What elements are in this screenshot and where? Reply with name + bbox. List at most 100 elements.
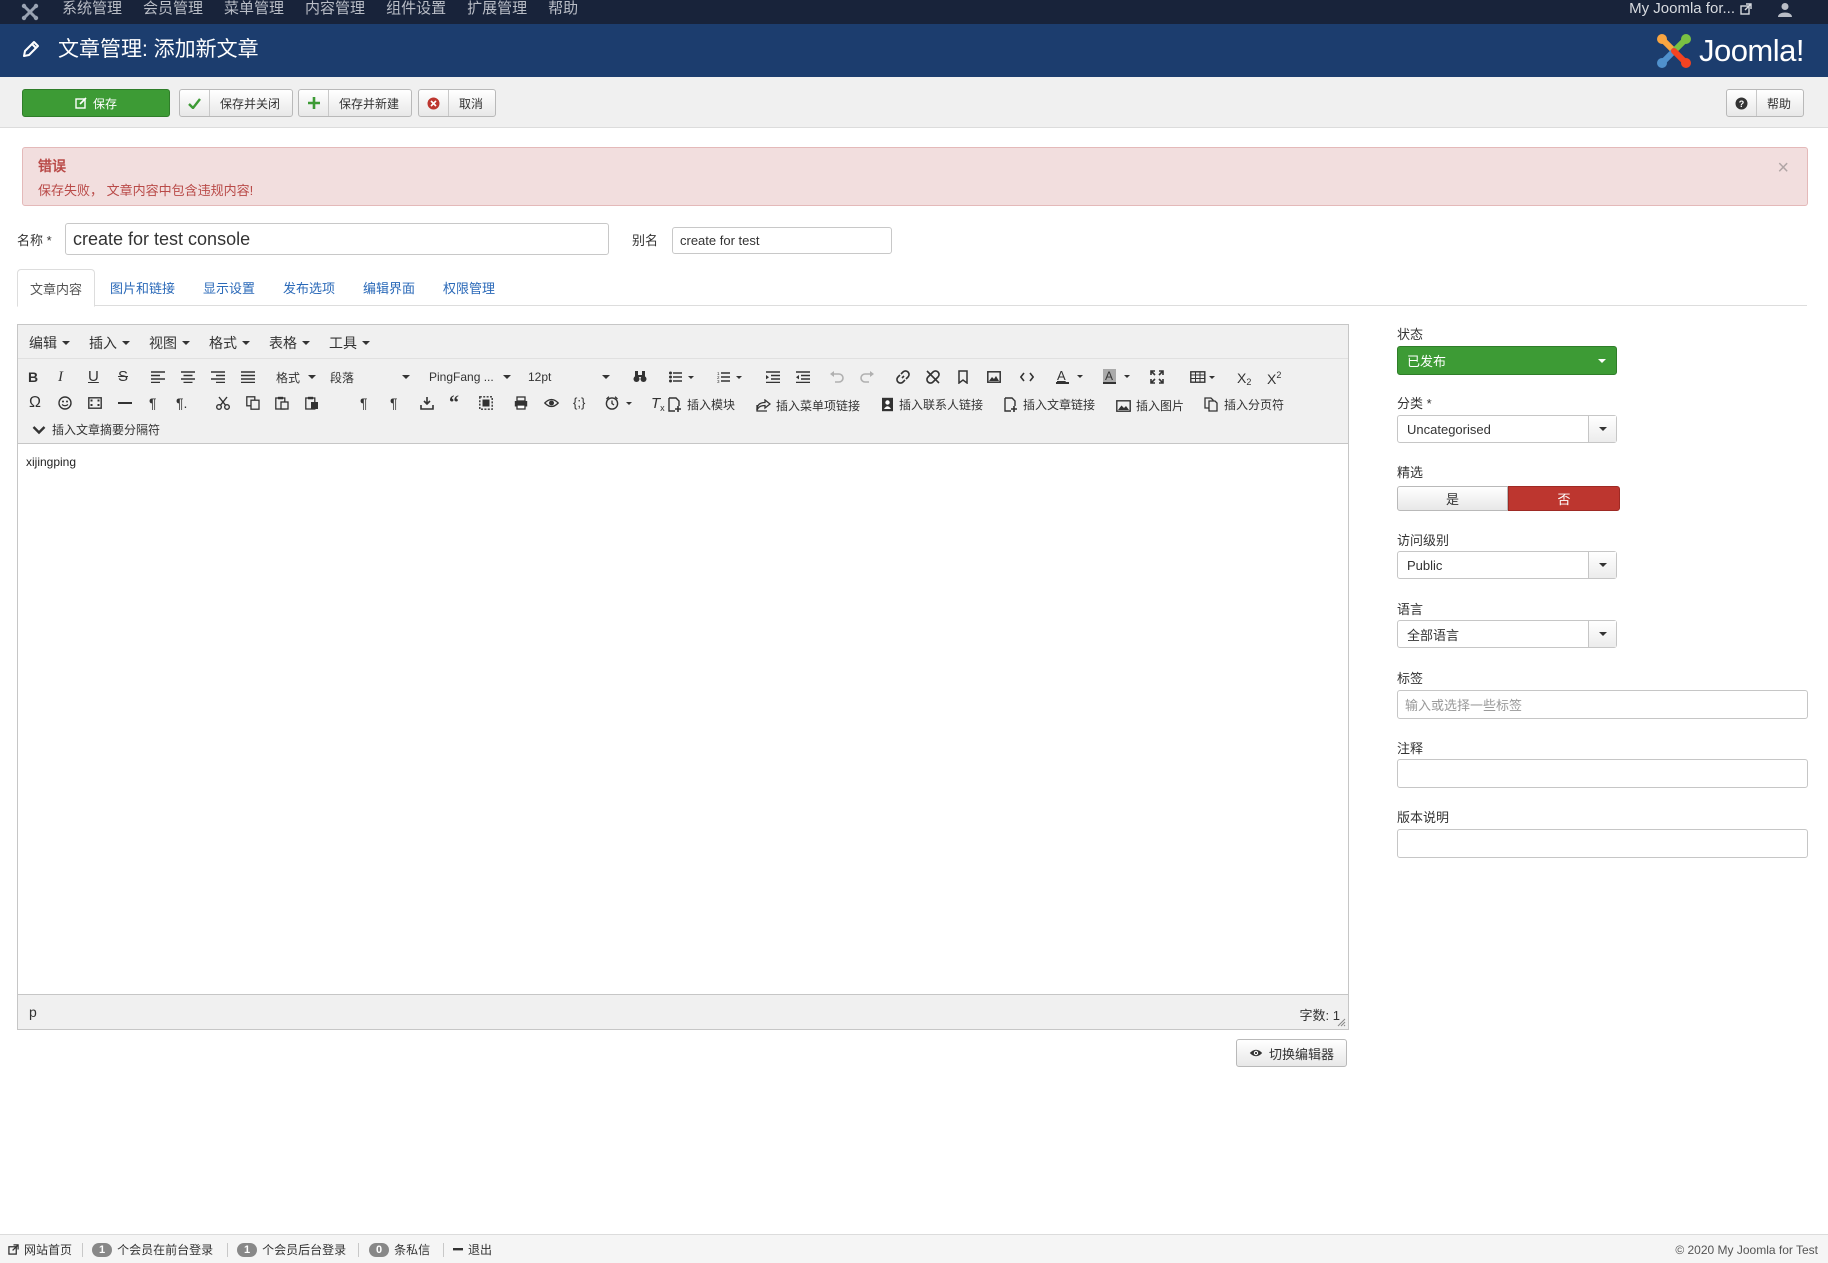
fullscreen-icon[interactable] (1150, 370, 1164, 384)
clear-formatting-icon[interactable]: Tx (651, 395, 665, 414)
menu-view[interactable]: 视图 (149, 333, 190, 353)
featured-no-button[interactable]: 否 (1508, 486, 1620, 511)
outdent-icon[interactable] (766, 371, 780, 383)
nav-item-help[interactable]: 帮助 (548, 0, 578, 24)
visual-chars-icon[interactable]: ¶ (390, 395, 398, 411)
alias-input[interactable]: create for test (672, 227, 892, 254)
nav-item-menus[interactable]: 菜单管理 (224, 0, 284, 24)
resize-handle-icon[interactable] (1337, 1018, 1346, 1027)
find-replace-icon[interactable] (633, 370, 647, 383)
show-blocks-icon[interactable]: ¶ (360, 395, 368, 411)
print-icon[interactable] (514, 396, 528, 410)
nav-item-system[interactable]: 系统管理 (62, 0, 122, 24)
italic-icon[interactable]: I (58, 369, 63, 385)
horizontal-rule-icon[interactable] (118, 402, 132, 405)
menu-table[interactable]: 表格 (269, 333, 310, 353)
featured-yes-button[interactable]: 是 (1397, 486, 1508, 511)
insert-image-button[interactable]: 插入图片 (1116, 397, 1184, 414)
status-select[interactable]: 已发布 (1397, 346, 1617, 375)
private-messages[interactable]: 0 条私信 (369, 1241, 430, 1258)
special-character-icon[interactable]: Ω (29, 395, 41, 411)
bullet-list-icon[interactable] (669, 371, 695, 383)
tags-input[interactable]: 输入或选择一些标签 (1397, 690, 1808, 719)
insert-module-button[interactable]: 插入模块 (668, 396, 735, 413)
insert-readmore-button[interactable]: 插入文章摘要分隔符 (32, 421, 160, 438)
numbered-list-icon[interactable]: 123 (717, 371, 743, 383)
formats-select[interactable]: 格式 (276, 367, 316, 387)
unlink-icon[interactable] (926, 370, 940, 384)
element-path[interactable]: p (29, 1004, 37, 1020)
emoticons-icon[interactable] (58, 396, 72, 410)
menu-tools[interactable]: 工具 (329, 333, 370, 353)
paste-icon[interactable] (275, 396, 289, 410)
toggle-editor-button[interactable]: 切换编辑器 (1236, 1039, 1348, 1067)
alert-close-icon[interactable]: × (1777, 158, 1789, 178)
ltr-icon[interactable]: ¶ (149, 395, 157, 411)
category-select[interactable]: Uncategorised (1397, 415, 1617, 443)
version-note-input[interactable] (1397, 829, 1808, 858)
undo-icon[interactable] (830, 371, 844, 383)
table-icon[interactable] (1190, 371, 1218, 383)
menu-format[interactable]: 格式 (209, 333, 250, 353)
insert-article-link-button[interactable]: 插入文章链接 (1004, 396, 1095, 413)
note-input[interactable] (1397, 759, 1808, 788)
image-icon[interactable] (987, 371, 1001, 383)
subscript-icon[interactable]: X2 (1237, 369, 1251, 387)
tab-publishing[interactable]: 发布选项 (283, 269, 335, 306)
title-input[interactable]: create for test console (65, 223, 609, 255)
tab-permissions[interactable]: 权限管理 (443, 269, 495, 306)
help-button[interactable]: ? 帮助 (1725, 89, 1804, 117)
align-right-icon[interactable] (211, 371, 225, 383)
link-icon[interactable] (896, 370, 910, 384)
align-center-icon[interactable] (181, 371, 195, 383)
user-icon[interactable] (1778, 2, 1792, 18)
anchor-bookmark-icon[interactable] (958, 370, 968, 384)
insert-menu-link-button[interactable]: 插入菜单项链接 (756, 397, 860, 414)
save-new-button[interactable]: 保存并新建 (298, 89, 413, 117)
template-icon[interactable] (420, 396, 434, 410)
underline-icon[interactable]: U (88, 369, 99, 385)
save-close-button[interactable]: 保存并关闭 (179, 89, 294, 117)
align-left-icon[interactable] (151, 371, 165, 383)
superscript-icon[interactable]: X2 (1267, 367, 1281, 387)
code-icon[interactable] (1020, 371, 1034, 383)
tab-editor-config[interactable]: 编辑界面 (363, 269, 415, 306)
menu-edit[interactable]: 编辑 (29, 333, 70, 353)
background-color-icon[interactable]: A (1103, 369, 1133, 385)
visual-aid-icon[interactable] (479, 396, 493, 410)
tab-display[interactable]: 显示设置 (203, 269, 255, 306)
nav-item-extensions[interactable]: 扩展管理 (467, 0, 527, 24)
font-family-select[interactable]: PingFang ... (429, 367, 511, 387)
paste-text-icon[interactable] (305, 396, 319, 410)
cancel-button[interactable]: 取消 (418, 89, 497, 117)
nav-item-content[interactable]: 内容管理 (305, 0, 365, 24)
nav-item-users[interactable]: 会员管理 (143, 0, 203, 24)
nav-item-components[interactable]: 组件设置 (386, 0, 446, 24)
tab-content[interactable]: 文章内容 (17, 269, 96, 307)
code-sample-icon[interactable]: {;} (573, 395, 585, 411)
insert-pagebreak-button[interactable]: 插入分页符 (1204, 396, 1284, 413)
media-icon[interactable] (88, 397, 102, 409)
align-justify-icon[interactable] (241, 371, 255, 383)
insert-contact-link-button[interactable]: 插入联系人链接 (881, 396, 983, 413)
insert-datetime-icon[interactable] (605, 396, 635, 410)
indent-icon[interactable] (796, 371, 810, 383)
joomla-logo-icon[interactable] (20, 2, 40, 22)
font-size-select[interactable]: 12pt (528, 367, 610, 387)
tab-images-links[interactable]: 图片和链接 (110, 269, 175, 306)
preview-icon[interactable] (544, 397, 559, 409)
editor-content[interactable]: xijingping (26, 455, 76, 469)
logout-link[interactable]: 退出 (453, 1241, 492, 1258)
save-button[interactable]: 保存 (22, 89, 170, 117)
copy-icon[interactable] (246, 396, 260, 410)
blockquote-icon[interactable]: “ (449, 393, 459, 413)
bold-icon[interactable]: B (28, 369, 38, 385)
access-select[interactable]: Public (1397, 551, 1617, 579)
strikethrough-icon[interactable]: S (118, 369, 128, 385)
block-format-select[interactable]: 段落 (330, 367, 410, 387)
text-color-icon[interactable]: A (1056, 369, 1086, 385)
menu-insert[interactable]: 插入 (89, 333, 130, 353)
language-select[interactable]: 全部语言 (1397, 620, 1617, 648)
site-home-link[interactable]: 网站首页 (8, 1241, 72, 1258)
cut-icon[interactable] (216, 396, 230, 410)
